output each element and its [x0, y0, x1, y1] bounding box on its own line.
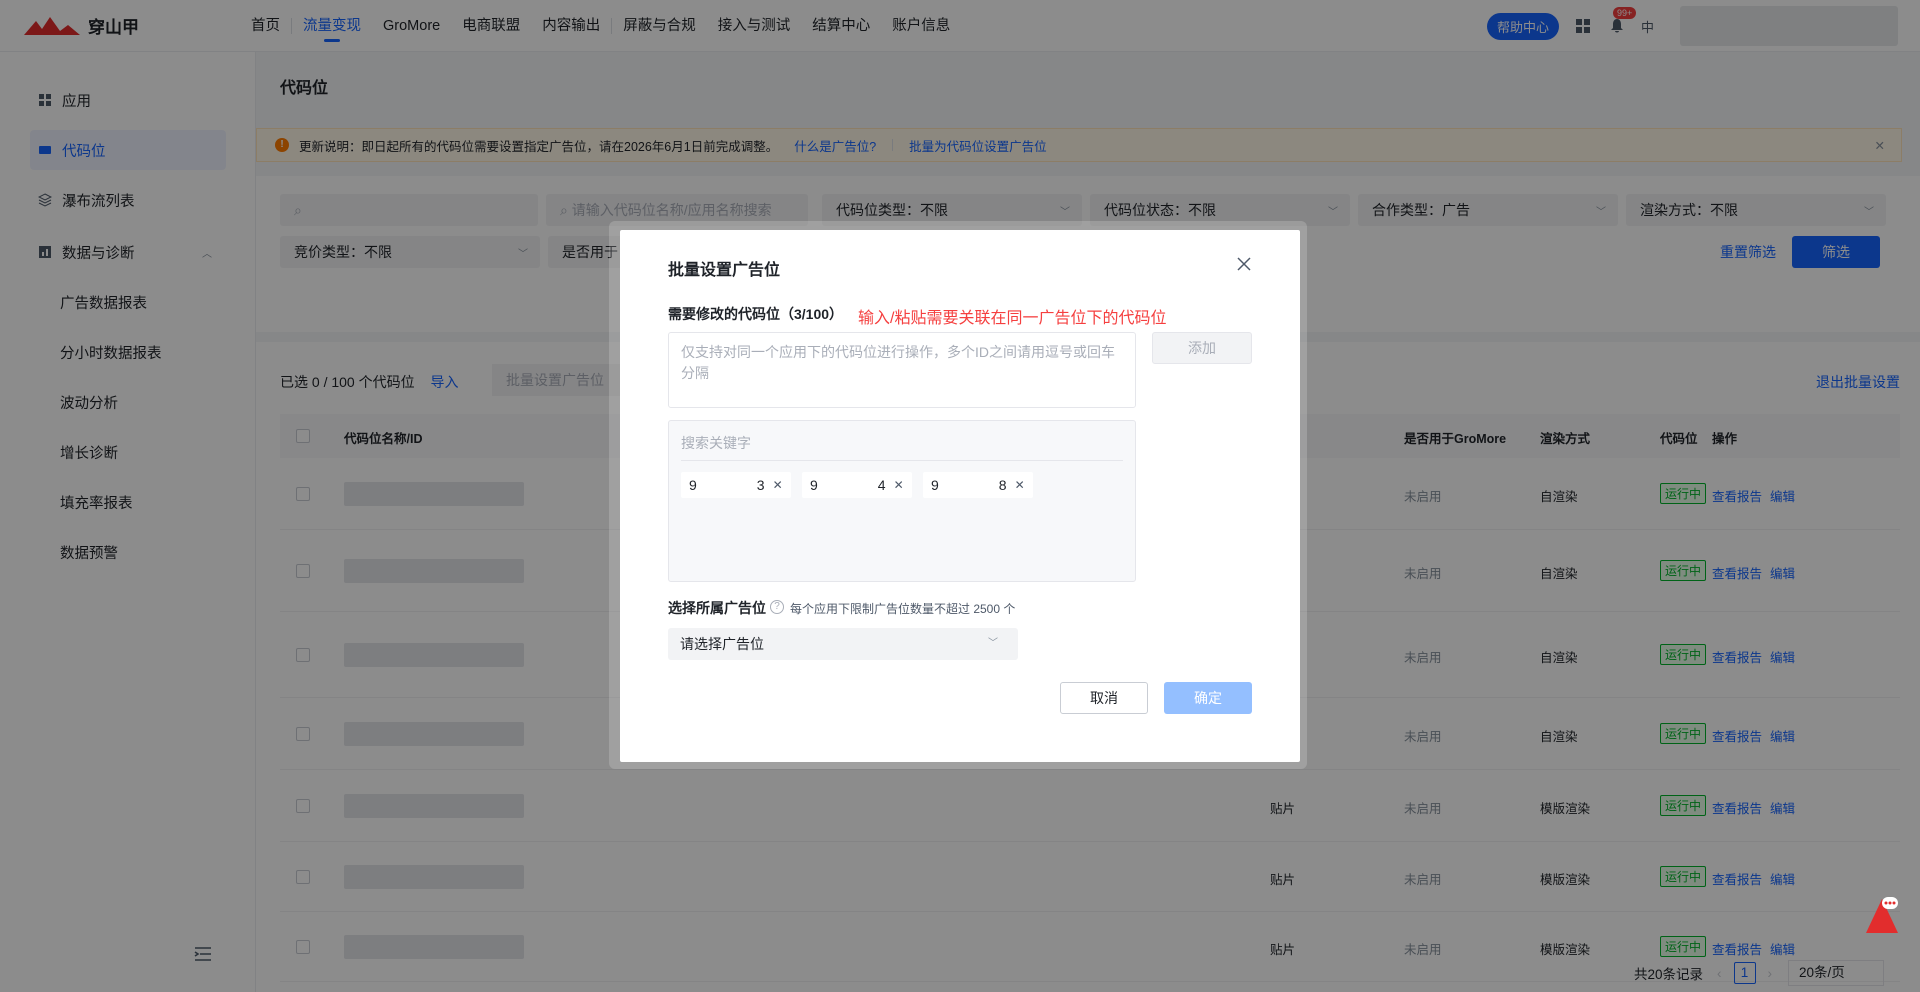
slot-tag-id-end: 3: [756, 477, 765, 493]
slots-label: 需要修改的代码位（3/100）: [668, 306, 844, 322]
remove-tag-icon[interactable]: ✕: [773, 478, 783, 492]
slot-tag-id-start: 9: [931, 477, 939, 493]
chevron-down-icon: ﹀: [988, 638, 998, 649]
slot-tag: 9 8 ✕: [923, 472, 1033, 498]
modal-title: 批量设置广告位: [668, 262, 781, 279]
slot-tag-id-start: 9: [689, 477, 697, 493]
confirm-button[interactable]: 确定: [1164, 682, 1252, 714]
remove-tag-icon[interactable]: ✕: [1015, 478, 1025, 492]
close-icon[interactable]: [1236, 256, 1252, 272]
ad-position-limit-hint: 每个应用下限制广告位数量不超过 2500 个: [790, 602, 1016, 616]
remove-tag-icon[interactable]: ✕: [894, 478, 904, 492]
slot-tag-id-end: 8: [998, 477, 1007, 493]
selected-slots-box: 搜索关键字 9 3 ✕ 9 4 ✕ 9 8 ✕: [668, 420, 1136, 582]
batch-set-modal: 批量设置广告位 需要修改的代码位（3/100） 输入/粘贴需要关联在同一广告位下…: [620, 230, 1300, 762]
keyword-search-input[interactable]: 搜索关键字: [681, 431, 1123, 461]
ad-position-select-value: 请选择广告位: [680, 636, 764, 652]
assistant-float-icon[interactable]: [1860, 893, 1904, 937]
help-question-icon[interactable]: ?: [770, 600, 784, 614]
slot-tag-id-end: 4: [877, 477, 886, 493]
slot-tag: 9 3 ✕: [681, 472, 791, 498]
ad-position-select[interactable]: 请选择广告位 ﹀: [668, 628, 1018, 660]
ad-position-label: 选择所属广告位: [668, 600, 766, 616]
cancel-button[interactable]: 取消: [1060, 682, 1148, 714]
slots-red-hint: 输入/粘贴需要关联在同一广告位下的代码位: [858, 310, 1167, 327]
slot-tag-id-start: 9: [810, 477, 818, 493]
add-button[interactable]: 添加: [1152, 332, 1252, 364]
slot-ids-textarea[interactable]: 仅支持对同一个应用下的代码位进行操作，多个ID之间请用逗号或回车分隔: [668, 332, 1136, 408]
slot-tag: 9 4 ✕: [802, 472, 912, 498]
